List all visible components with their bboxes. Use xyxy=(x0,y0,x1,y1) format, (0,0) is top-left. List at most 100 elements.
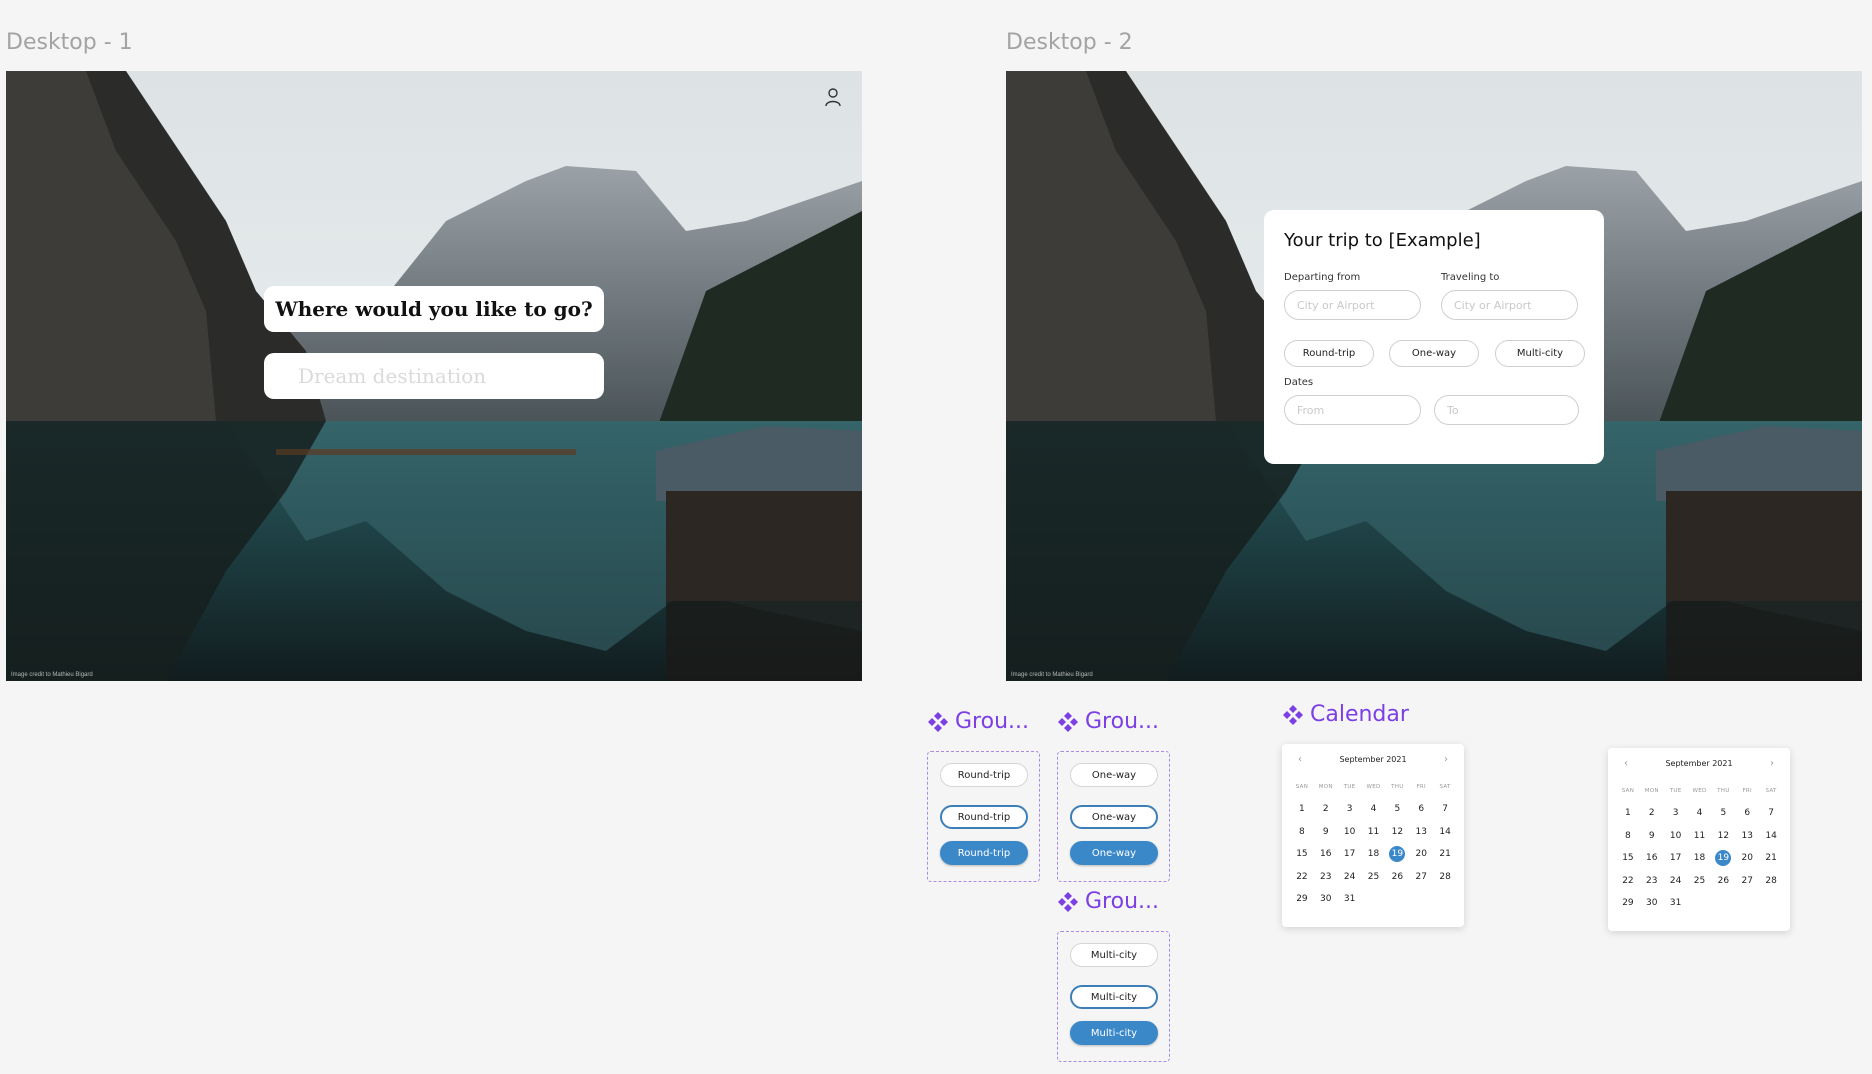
calendar-day[interactable]: 30 xyxy=(1640,895,1664,918)
calendar-component-title[interactable]: Calendar xyxy=(1282,702,1409,727)
calendar-day[interactable]: 5 xyxy=(1711,805,1735,828)
calendar-day[interactable]: 28 xyxy=(1759,873,1783,896)
calendar-day[interactable]: 27 xyxy=(1735,873,1759,896)
calendar-day[interactable]: 13 xyxy=(1735,828,1759,851)
calendar-day[interactable]: 7 xyxy=(1759,805,1783,828)
calendar-day[interactable]: 20 xyxy=(1735,850,1759,873)
calendar-day[interactable]: 29 xyxy=(1616,895,1640,918)
calendar-day-number: 20 xyxy=(1741,853,1753,863)
calendar-day-number: 18 xyxy=(1693,853,1706,863)
group-component-title-multi-city[interactable]: Grou... xyxy=(1057,889,1159,914)
calendar-day-number: 23 xyxy=(1646,875,1658,886)
dream-destination-input[interactable] xyxy=(264,353,604,399)
weekday-header: SAT xyxy=(1765,788,1777,794)
calendar-day[interactable]: 11 xyxy=(1362,824,1386,847)
calendar-day[interactable]: 26 xyxy=(1385,869,1409,892)
calendar-day[interactable]: 10 xyxy=(1664,828,1688,851)
calendar-day[interactable]: 22 xyxy=(1290,869,1314,892)
calendar-day[interactable]: 29 xyxy=(1290,891,1314,914)
calendar-day[interactable]: 13 xyxy=(1409,824,1433,847)
chevron-right-icon[interactable]: › xyxy=(1444,754,1448,765)
calendar-day[interactable]: 1 xyxy=(1290,801,1314,824)
one-way-default-button[interactable]: One-way xyxy=(1070,763,1158,787)
calendar-day[interactable]: 6 xyxy=(1735,805,1759,828)
calendar-day[interactable]: 18 xyxy=(1362,846,1386,869)
calendar-day[interactable]: 17 xyxy=(1338,846,1362,869)
calendar-grid: SAN MON TUE WED THU FRI SAT 1 2 3 4 5 6 7 8 9 10 11 12 13 14… xyxy=(1290,781,1457,914)
calendar-day[interactable]: 20 xyxy=(1409,846,1433,869)
calendar-day[interactable]: 30 xyxy=(1314,891,1338,914)
calendar-day[interactable]: 6 xyxy=(1409,801,1433,824)
departing-from-input[interactable] xyxy=(1284,290,1421,320)
calendar-day[interactable]: 11 xyxy=(1688,828,1712,851)
calendar-day[interactable]: 15 xyxy=(1290,846,1314,869)
multi-city-button[interactable]: Multi-city xyxy=(1495,340,1585,367)
calendar-day[interactable]: 23 xyxy=(1640,873,1664,896)
date-to-input[interactable] xyxy=(1434,395,1579,425)
calendar-day-number: 21 xyxy=(1765,853,1777,863)
calendar-empty-cell xyxy=(1409,891,1433,914)
traveling-to-input[interactable] xyxy=(1441,290,1578,320)
multi-city-default-button[interactable]: Multi-city xyxy=(1070,943,1158,967)
calendar-day[interactable]: 28 xyxy=(1433,869,1457,892)
calendar-day[interactable]: 22 xyxy=(1616,873,1640,896)
one-way-active-button[interactable]: One-way xyxy=(1070,841,1158,865)
calendar-day[interactable]: 8 xyxy=(1290,824,1314,847)
calendar-day-number: 22 xyxy=(1622,875,1634,886)
user-icon[interactable] xyxy=(824,87,842,107)
calendar-day[interactable]: 9 xyxy=(1640,828,1664,851)
calendar-day[interactable]: 15 xyxy=(1616,850,1640,873)
calendar-day[interactable]: 9 xyxy=(1314,824,1338,847)
calendar-day[interactable]: 23 xyxy=(1314,869,1338,892)
calendar-day[interactable]: 7 xyxy=(1433,801,1457,824)
calendar-day[interactable]: 31 xyxy=(1338,891,1362,914)
calendar-day[interactable]: 1 xyxy=(1616,805,1640,828)
one-way-hover-button[interactable]: One-way xyxy=(1070,805,1158,829)
calendar-day[interactable]: 21 xyxy=(1759,850,1783,873)
calendar-day[interactable]: 10 xyxy=(1338,824,1362,847)
calendar-day[interactable]: 19 xyxy=(1711,850,1735,873)
multi-city-hover-button[interactable]: Multi-city xyxy=(1070,985,1158,1009)
calendar-day[interactable]: 14 xyxy=(1433,824,1457,847)
group-component-title-one-way[interactable]: Grou... xyxy=(1057,709,1159,734)
calendar-day-number: 8 xyxy=(1299,826,1305,837)
calendar-day[interactable]: 18 xyxy=(1688,850,1712,873)
date-from-input[interactable] xyxy=(1284,395,1421,425)
calendar-day-number: 25 xyxy=(1367,871,1380,882)
round-trip-active-button[interactable]: Round-trip xyxy=(940,841,1028,865)
calendar-day[interactable]: 16 xyxy=(1640,850,1664,873)
calendar-day[interactable]: 26 xyxy=(1711,873,1735,896)
component-diamond-icon xyxy=(1058,711,1078,732)
group-component-title-round-trip[interactable]: Grou... xyxy=(927,709,1029,734)
calendar-day[interactable]: 24 xyxy=(1338,869,1362,892)
calendar-day[interactable]: 19 xyxy=(1385,846,1409,869)
calendar-day[interactable]: 27 xyxy=(1409,869,1433,892)
calendar-day[interactable]: 24 xyxy=(1664,873,1688,896)
calendar-day[interactable]: 4 xyxy=(1688,805,1712,828)
desktop-2-frame: Image credit to Mathieu Bigard Your trip… xyxy=(1006,71,1862,681)
calendar-day[interactable]: 12 xyxy=(1385,824,1409,847)
calendar-day[interactable]: 4 xyxy=(1362,801,1386,824)
round-trip-default-button[interactable]: Round-trip xyxy=(940,763,1028,787)
calendar-day[interactable]: 8 xyxy=(1616,828,1640,851)
calendar-month: September 2021 xyxy=(1665,759,1733,768)
calendar-day[interactable]: 14 xyxy=(1759,828,1783,851)
chevron-right-icon[interactable]: › xyxy=(1770,758,1774,769)
round-trip-hover-button[interactable]: Round-trip xyxy=(940,805,1028,829)
round-trip-button[interactable]: Round-trip xyxy=(1284,340,1374,367)
calendar-day[interactable]: 2 xyxy=(1314,801,1338,824)
calendar-day[interactable]: 17 xyxy=(1664,850,1688,873)
calendar-day[interactable]: 3 xyxy=(1338,801,1362,824)
calendar-day-number: 10 xyxy=(1669,830,1682,841)
calendar-day[interactable]: 12 xyxy=(1711,828,1735,851)
calendar-day[interactable]: 16 xyxy=(1314,846,1338,869)
calendar-day[interactable]: 31 xyxy=(1664,895,1688,918)
calendar-day[interactable]: 5 xyxy=(1385,801,1409,824)
calendar-day[interactable]: 3 xyxy=(1664,805,1688,828)
multi-city-active-button[interactable]: Multi-city xyxy=(1070,1021,1158,1045)
calendar-day[interactable]: 2 xyxy=(1640,805,1664,828)
one-way-button[interactable]: One-way xyxy=(1389,340,1479,367)
calendar-day[interactable]: 25 xyxy=(1362,869,1386,892)
calendar-day[interactable]: 21 xyxy=(1433,846,1457,869)
calendar-day[interactable]: 25 xyxy=(1688,873,1712,896)
